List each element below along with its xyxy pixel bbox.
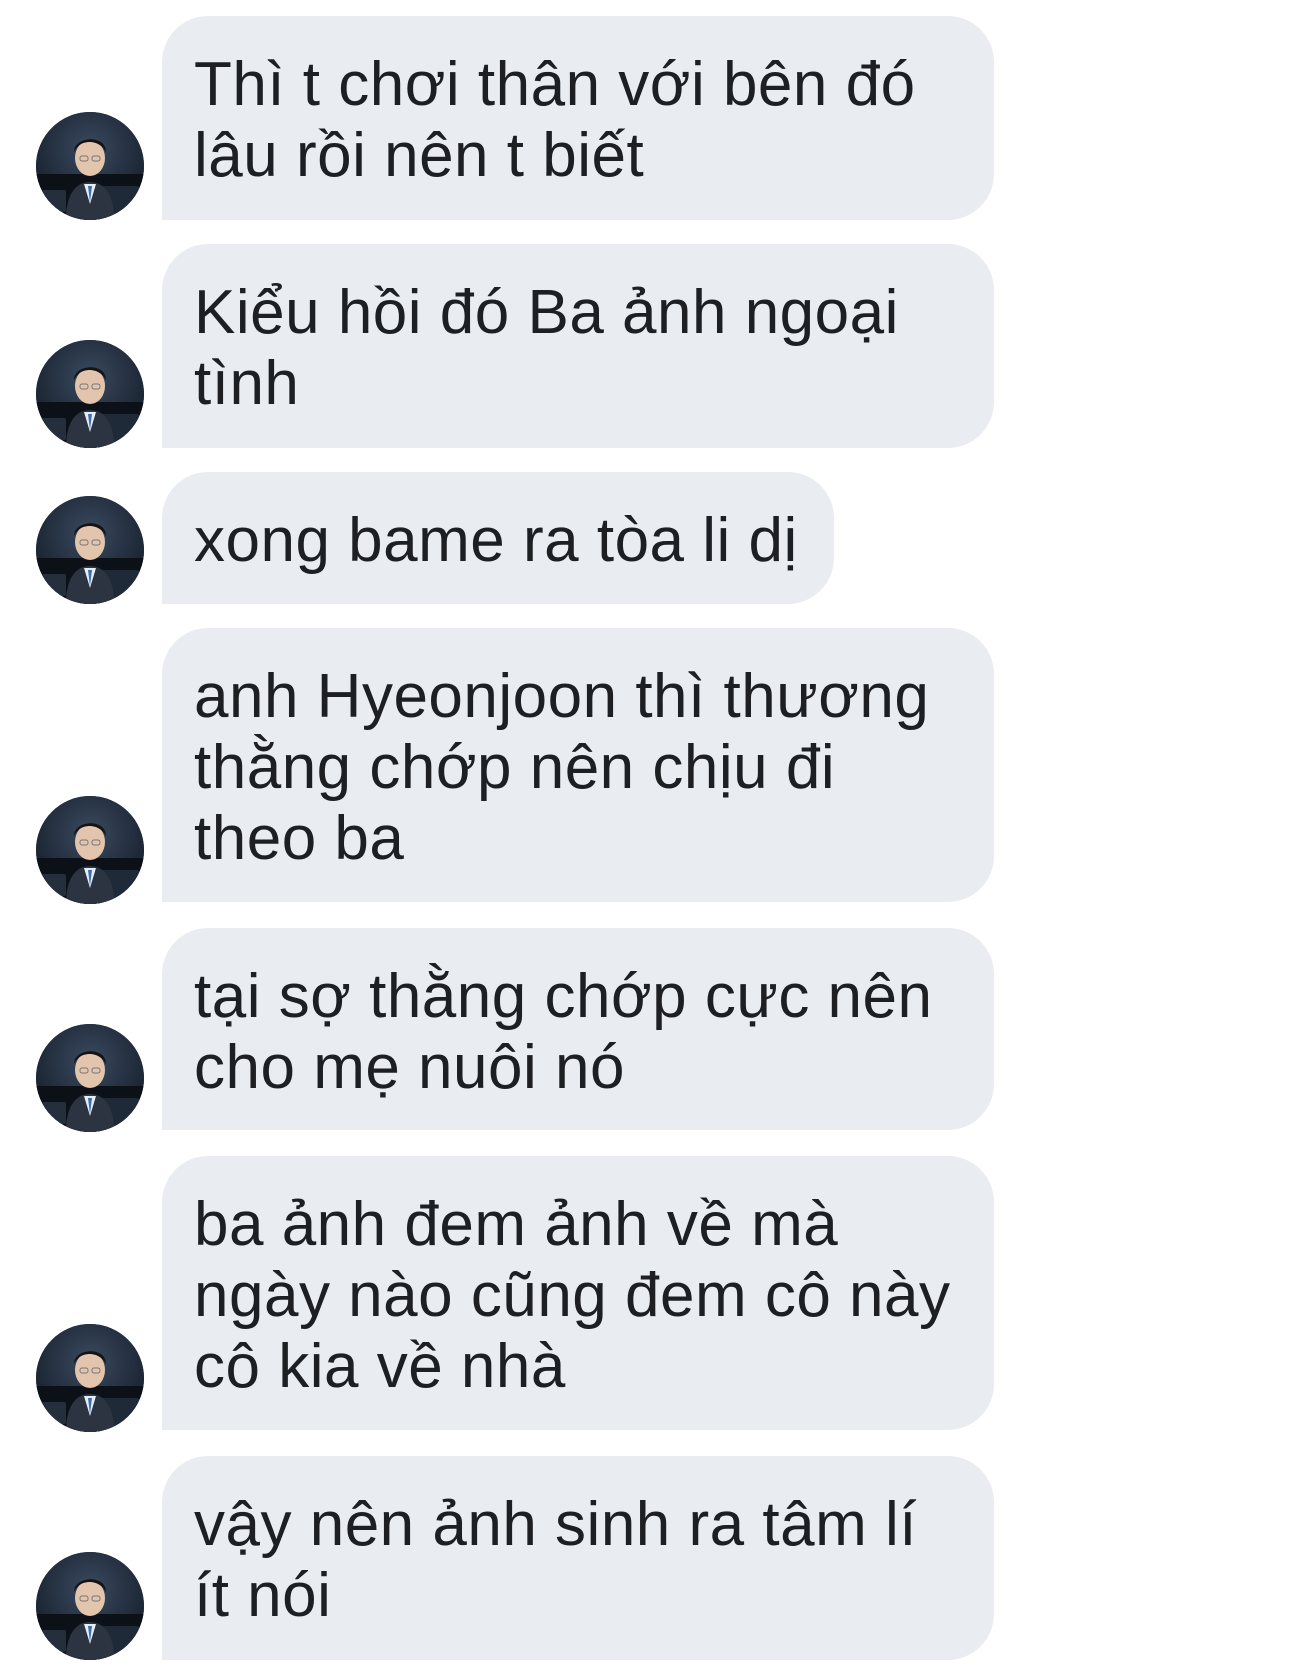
avatar[interactable] (36, 1324, 144, 1432)
message-text: xong bame ra tòa li dị (194, 506, 798, 575)
message-text: tại sợ thằng chớp cực nên (194, 962, 933, 1031)
avatar[interactable] (36, 340, 144, 448)
message-text: lâu rồi nên t biết (194, 121, 645, 190)
avatar[interactable] (36, 796, 144, 904)
message-text: cho mẹ nuôi nó (194, 1033, 625, 1102)
message-text: ít nói (194, 1561, 332, 1630)
message-bubble[interactable]: ba ảnh đem ảnh về mà ngày nào cũng đem c… (162, 1156, 994, 1430)
message-bubble[interactable]: xong bame ra tòa li dị (162, 472, 834, 604)
avatar-image (36, 1024, 144, 1132)
message-text: tình (194, 349, 300, 418)
avatar-image (36, 340, 144, 448)
message-text: cô kia về nhà (194, 1332, 566, 1401)
avatar-image (36, 796, 144, 904)
message-bubble[interactable]: Thì t chơi thân với bên đó lâu rồi nên t… (162, 16, 994, 220)
message-text: theo ba (194, 804, 405, 873)
avatar[interactable] (36, 1552, 144, 1660)
message-bubble[interactable]: tại sợ thằng chớp cực nên cho mẹ nuôi nó (162, 928, 994, 1130)
avatar-image (36, 1552, 144, 1660)
avatar-image (36, 112, 144, 220)
message-bubble[interactable]: vậy nên ảnh sinh ra tâm lí ít nói (162, 1456, 994, 1660)
message-text: Thì t chơi thân với bên đó (194, 50, 916, 119)
avatar-image (36, 496, 144, 604)
avatar[interactable] (36, 112, 144, 220)
message-bubble[interactable]: Kiểu hồi đó Ba ảnh ngoại tình (162, 244, 994, 448)
message-text: Kiểu hồi đó Ba ảnh ngoại (194, 278, 899, 347)
avatar[interactable] (36, 496, 144, 604)
message-text: ngày nào cũng đem cô này (194, 1261, 951, 1330)
avatar[interactable] (36, 1024, 144, 1132)
message-text: anh Hyeonjoon thì thương (194, 662, 930, 731)
message-text: ba ảnh đem ảnh về mà (194, 1190, 839, 1259)
message-bubble[interactable]: anh Hyeonjoon thì thương thằng chớp nên … (162, 628, 994, 902)
message-text: thằng chớp nên chịu đi (194, 733, 836, 802)
avatar-image (36, 1324, 144, 1432)
message-text: vậy nên ảnh sinh ra tâm lí (194, 1490, 917, 1559)
